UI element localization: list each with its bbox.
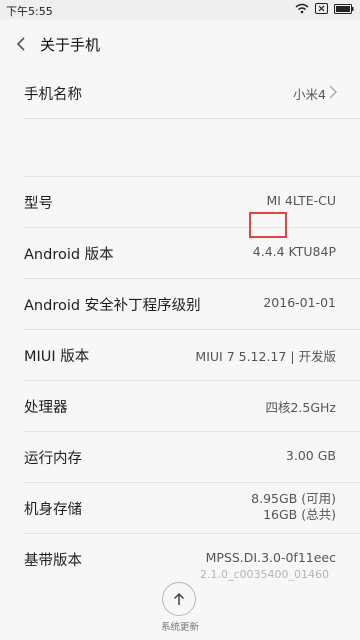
row-phone-name[interactable]: 手机名称 小米4 <box>24 68 360 119</box>
system-update-button[interactable] <box>162 582 196 616</box>
section-gap <box>24 119 360 177</box>
row-label: 运行内存 <box>24 451 82 467</box>
row-label: Android 版本 <box>24 247 114 263</box>
row-value: 四核2.5GHz <box>265 400 336 415</box>
row-security-patch[interactable]: Android 安全补丁程序级别 2016-01-01 <box>24 279 360 330</box>
row-value: 3.00 GB <box>285 448 336 463</box>
app-header: 关于手机 <box>0 20 360 68</box>
row-ram[interactable]: 运行内存 3.00 GB <box>24 432 360 483</box>
status-time: 下午5:55 <box>6 5 53 18</box>
row-value: 4.4.4 KTU84P <box>252 244 336 259</box>
chevron-right-icon <box>329 85 337 99</box>
partial-row-text: 2.1.0_c0035400_01460 <box>200 568 330 581</box>
row-value: MPSS.DI.3.0-0f11eec <box>205 550 336 565</box>
row-value: 8.95GB (可用) 16GB (总共) <box>251 491 336 523</box>
row-label: Android 安全补丁程序级别 <box>24 298 201 314</box>
row-label: 手机名称 <box>24 87 82 103</box>
row-label: 机身存储 <box>24 502 82 518</box>
page-title: 关于手机 <box>40 36 101 54</box>
row-value: MI 4LTE-CU <box>266 193 336 208</box>
info-list: 手机名称 小米4 型号 MI 4LTE-CU Android 版本 4.4.4 … <box>0 68 360 585</box>
battery-icon <box>334 3 354 14</box>
row-value: 2016-01-01 <box>263 295 336 310</box>
row-value: MIUI 7 5.12.17 | 开发版 <box>195 349 336 364</box>
row-storage[interactable]: 机身存储 8.95GB (可用) 16GB (总共) <box>24 483 360 534</box>
arrow-up-icon <box>173 592 185 605</box>
row-android-version[interactable]: Android 版本 4.4.4 KTU84P <box>24 228 360 279</box>
row-label: 型号 <box>24 196 53 212</box>
row-label: MIUI 版本 <box>24 349 90 365</box>
status-icons <box>295 3 354 14</box>
no-sim-icon <box>315 3 328 14</box>
row-model[interactable]: 型号 MI 4LTE-CU <box>24 177 360 228</box>
storage-total: 16GB (总共) <box>263 507 336 522</box>
system-update-label: 系统更新 <box>160 622 199 633</box>
row-label: 处理器 <box>24 400 68 416</box>
back-button[interactable] <box>10 32 34 56</box>
storage-available: 8.95GB (可用) <box>251 491 336 506</box>
chevron-left-icon <box>16 37 25 51</box>
row-miui-version[interactable]: MIUI 版本 MIUI 7 5.12.17 | 开发版 <box>24 330 360 381</box>
row-label: 基带版本 <box>24 553 82 569</box>
wifi-icon <box>295 3 309 14</box>
row-processor[interactable]: 处理器 四核2.5GHz <box>24 381 360 432</box>
row-value: 小米4 <box>293 87 326 102</box>
highlight-box <box>249 212 287 238</box>
status-bar: 下午5:55 <box>0 0 360 20</box>
